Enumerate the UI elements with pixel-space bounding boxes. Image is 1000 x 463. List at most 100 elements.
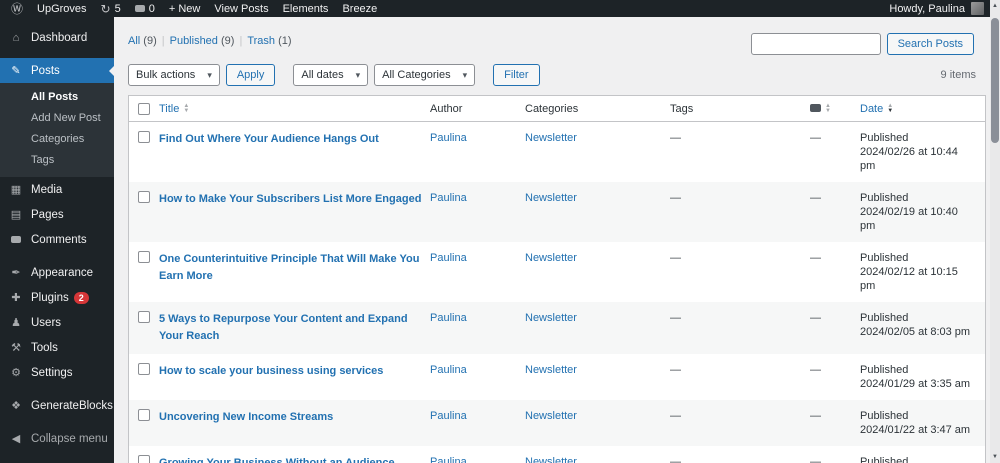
sidebar-item-appearance[interactable]: ✒ Appearance	[0, 260, 114, 285]
row-select-checkbox[interactable]	[138, 131, 150, 143]
search-posts-area: Search Posts	[750, 33, 974, 55]
table-row: 5 Ways to Repurpose Your Content and Exp…	[129, 302, 985, 354]
sidebar-item-generateblocks[interactable]: ❖ GenerateBlocks	[0, 393, 114, 418]
select-all-checkbox[interactable]	[138, 102, 150, 115]
site-name-link[interactable]: UpGroves	[30, 0, 94, 17]
post-author-link[interactable]: Paulina	[430, 192, 467, 204]
post-status: Published	[860, 252, 909, 264]
sidebar-item-comments[interactable]: Comments	[0, 227, 114, 252]
search-posts-input[interactable]	[750, 33, 881, 55]
dates-filter-select[interactable]: All dates ▾	[293, 64, 369, 86]
post-title-link[interactable]: Growing Your Business Without an Audienc…	[159, 455, 395, 463]
sidebar-item-dashboard[interactable]: ⌂ Dashboard	[0, 25, 114, 50]
breeze-link[interactable]: Breeze	[335, 0, 384, 17]
sidebar-item-media[interactable]: ▦ Media	[0, 177, 114, 202]
apply-button[interactable]: Apply	[225, 64, 276, 86]
post-status: Published	[860, 312, 909, 324]
submenu-add-new-post[interactable]: Add New Post	[0, 108, 114, 129]
sidebar-item-posts[interactable]: ✎ Posts	[0, 58, 114, 83]
media-icon: ▦	[10, 184, 22, 196]
post-author-link[interactable]: Paulina	[430, 312, 467, 324]
updates-link[interactable]: ↻ 5	[94, 0, 128, 17]
sidebar-item-tools[interactable]: ⚒ Tools	[0, 335, 114, 360]
title-column-header[interactable]: Title	[159, 103, 179, 115]
row-select-checkbox[interactable]	[138, 409, 150, 421]
post-category-link[interactable]: Newsletter	[525, 312, 577, 324]
vertical-scrollbar[interactable]: ▲ ▼	[990, 0, 1000, 463]
post-date: 2024/01/22 at 3:47 am	[860, 424, 971, 436]
filter-button[interactable]: Filter	[493, 64, 540, 86]
avatar[interactable]	[971, 2, 984, 15]
post-status: Published	[860, 364, 909, 376]
scrollbar-thumb[interactable]	[991, 18, 999, 143]
submenu-tags[interactable]: Tags	[0, 150, 114, 171]
sort-by-comments-header[interactable]: ▲ ▼	[810, 102, 860, 114]
post-title-link[interactable]: How to Make Your Subscribers List More E…	[159, 191, 421, 208]
elements-link[interactable]: Elements	[276, 0, 336, 17]
post-title-link[interactable]: Find Out Where Your Audience Hangs Out	[159, 131, 379, 148]
users-icon: ♟	[11, 317, 21, 329]
scroll-down-icon[interactable]: ▼	[990, 451, 1000, 463]
categories-column-header: Categories	[525, 102, 579, 115]
post-author-link[interactable]: Paulina	[430, 252, 467, 264]
view-separator: |	[161, 35, 165, 47]
post-category-link[interactable]: Newsletter	[525, 364, 577, 376]
post-title-link[interactable]: One Counterintuitive Principle That Will…	[159, 251, 422, 285]
collapse-menu-button[interactable]: ◀ Collapse menu	[0, 426, 114, 451]
sidebar-item-pages[interactable]: ▤ Pages	[0, 202, 114, 227]
sort-by-date-header[interactable]: Date ▲ ▼	[860, 103, 980, 115]
post-title-link[interactable]: 5 Ways to Repurpose Your Content and Exp…	[159, 311, 422, 345]
post-category-link[interactable]: Newsletter	[525, 192, 577, 204]
view-published-link[interactable]: Published	[170, 35, 218, 47]
sort-arrows-icon: ▲ ▼	[825, 102, 831, 114]
post-category-link[interactable]: Newsletter	[525, 252, 577, 264]
post-title-link[interactable]: Uncovering New Income Streams	[159, 409, 333, 426]
row-select-checkbox[interactable]	[138, 311, 150, 323]
sidebar-label-appearance: Appearance	[31, 266, 94, 279]
wordpress-admin-posts-screen: Ⓦ UpGroves ↻ 5 0 + New View Posts Elemen…	[0, 0, 1000, 463]
sidebar-item-plugins[interactable]: ✚ Plugins 2	[0, 285, 114, 310]
post-status: Published	[860, 132, 909, 144]
menu-separator	[0, 50, 114, 58]
table-body: Find Out Where Your Audience Hangs Out P…	[129, 122, 985, 463]
sidebar-item-settings[interactable]: ⚙ Settings	[0, 360, 114, 385]
chevron-down-icon: ▾	[355, 69, 361, 80]
post-author-link[interactable]: Paulina	[430, 456, 467, 463]
post-category-link[interactable]: Newsletter	[525, 456, 577, 463]
row-select-checkbox[interactable]	[138, 251, 150, 263]
view-all-link[interactable]: All	[128, 35, 140, 47]
post-date: 2024/02/12 at 10:15 pm	[860, 266, 958, 292]
posts-table: Title ▲ ▼ Author Categories Tags ▲ ▼ Date ▲ ▼…	[128, 95, 986, 463]
post-author-link[interactable]: Paulina	[430, 410, 467, 422]
post-title-link[interactable]: How to scale your business using service…	[159, 363, 383, 380]
new-content-button[interactable]: + New	[162, 0, 208, 17]
row-select-checkbox[interactable]	[138, 363, 150, 375]
sidebar-item-users[interactable]: ♟ Users	[0, 310, 114, 335]
table-row: One Counterintuitive Principle That Will…	[129, 242, 985, 302]
admin-comments-link[interactable]: 0	[128, 0, 162, 17]
sidebar-label-media: Media	[31, 183, 63, 196]
row-select-checkbox[interactable]	[138, 191, 150, 203]
search-posts-button[interactable]: Search Posts	[886, 33, 974, 55]
view-trash-link[interactable]: Trash	[247, 35, 275, 47]
categories-filter-select[interactable]: All Categories ▾	[374, 64, 476, 86]
scroll-up-icon[interactable]: ▲	[990, 0, 1000, 12]
bulk-actions-select[interactable]: Bulk actions ▾	[128, 64, 220, 86]
post-comments-value: —	[810, 312, 821, 324]
submenu-all-posts[interactable]: All Posts	[0, 87, 114, 108]
row-select-checkbox[interactable]	[138, 455, 150, 463]
view-posts-link[interactable]: View Posts	[207, 0, 275, 17]
sort-by-title-header[interactable]: Title ▲ ▼	[159, 103, 430, 115]
post-author-link[interactable]: Paulina	[430, 132, 467, 144]
dashboard-icon: ⌂	[12, 31, 20, 44]
post-author-link[interactable]: Paulina	[430, 364, 467, 376]
wordpress-logo-icon[interactable]: Ⓦ	[4, 0, 30, 17]
date-column-header[interactable]: Date	[860, 103, 883, 115]
submenu-categories[interactable]: Categories	[0, 129, 114, 150]
howdy-account-link[interactable]: Howdy, Paulina	[889, 3, 965, 15]
post-category-link[interactable]: Newsletter	[525, 410, 577, 422]
post-category-link[interactable]: Newsletter	[525, 132, 577, 144]
post-tags-value: —	[670, 456, 681, 463]
admin-bar: Ⓦ UpGroves ↻ 5 0 + New View Posts Elemen…	[0, 0, 1000, 17]
scrollbar-track[interactable]	[990, 12, 1000, 451]
